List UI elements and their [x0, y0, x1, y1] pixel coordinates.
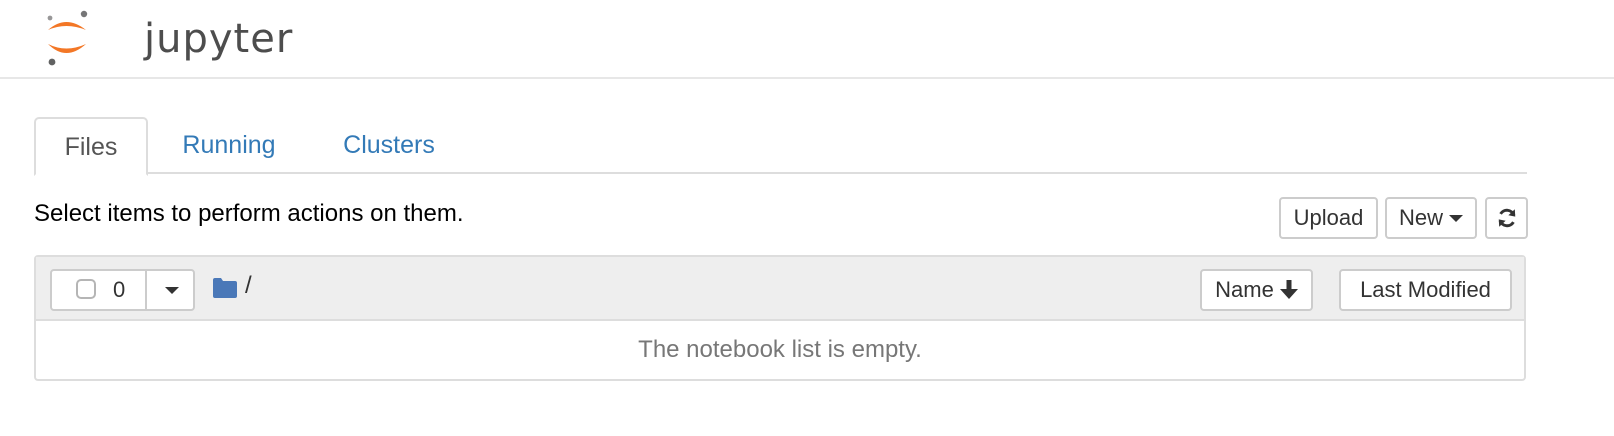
new-dropdown-button[interactable]: New: [1385, 197, 1477, 239]
sort-name-label: Name: [1215, 277, 1274, 302]
arrow-down-icon: [1279, 280, 1298, 299]
select-all-toggle[interactable]: 0: [52, 271, 147, 309]
current-path[interactable]: /: [245, 272, 252, 300]
selection-menu-caret-icon[interactable]: [165, 287, 179, 294]
header-bar: jupyter: [0, 0, 1614, 79]
empty-list-message: The notebook list is empty.: [638, 336, 922, 363]
jupyter-wordmark: jupyter: [144, 16, 294, 62]
sort-by-name-button[interactable]: Name: [1200, 269, 1313, 311]
tab-files[interactable]: Files: [34, 117, 148, 176]
sort-by-modified-button[interactable]: Last Modified: [1339, 269, 1512, 311]
upload-button[interactable]: Upload: [1279, 197, 1378, 239]
notebook-list-header: 0 / Name Last Modified: [36, 257, 1524, 321]
new-button-label: New: [1398, 205, 1443, 230]
notebook-list: 0 / Name Last Modified The notebook list…: [34, 255, 1526, 381]
select-all-group: 0: [50, 269, 195, 311]
refresh-button[interactable]: [1485, 197, 1528, 239]
selection-hint: Select items to perform actions on them.: [34, 200, 464, 227]
jupyter-logo[interactable]: jupyter: [44, 10, 292, 68]
caret-down-icon: [1449, 214, 1463, 222]
tab-bar: Files Running Clusters: [34, 117, 1527, 176]
selected-count: 0: [113, 277, 126, 302]
folder-icon[interactable]: [213, 278, 237, 298]
tab-running[interactable]: Running: [164, 117, 294, 174]
select-all-checkbox[interactable]: [76, 279, 96, 299]
tab-clusters[interactable]: Clusters: [324, 117, 454, 174]
jupyter-logo-icon: [47, 10, 88, 66]
refresh-icon: [1498, 208, 1515, 228]
